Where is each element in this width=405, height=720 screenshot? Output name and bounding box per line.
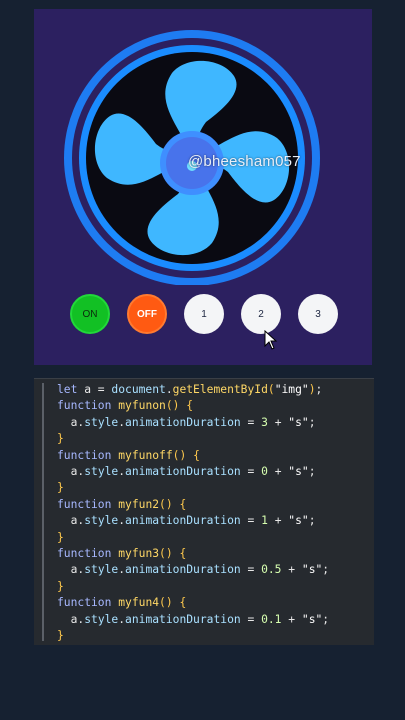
code-line: a.style.animationDuration = 1 + "s"; bbox=[57, 514, 316, 528]
fan-demo-stage: @bheesham057 ON OFF 1 2 3 bbox=[34, 9, 372, 365]
code-line: a.style.animationDuration = 0.1 + "s"; bbox=[57, 612, 330, 626]
code-line: a.style.animationDuration = 3 + "s"; bbox=[57, 415, 316, 429]
code-line: } bbox=[57, 481, 64, 495]
code-line: let a = document.getElementById("img"); bbox=[57, 383, 323, 396]
code-editor: let a = document.getElementById("img"); … bbox=[34, 378, 374, 645]
code-line: function myfun2() { bbox=[57, 497, 187, 511]
code-line: } bbox=[57, 579, 64, 593]
speed-3-button[interactable]: 3 bbox=[298, 294, 338, 334]
code-line: } bbox=[57, 629, 64, 643]
mouse-cursor-icon bbox=[264, 330, 278, 350]
fan: @bheesham057 bbox=[62, 25, 352, 285]
code-line: a.style.animationDuration = 0.5 + "s"; bbox=[57, 563, 330, 577]
watermark: @bheesham057 bbox=[188, 153, 301, 170]
code-block: let a = document.getElementById("img"); … bbox=[57, 382, 329, 645]
control-buttons: ON OFF 1 2 3 bbox=[34, 294, 372, 336]
code-line: function myfun3() { bbox=[57, 547, 187, 561]
on-button[interactable]: ON bbox=[70, 294, 110, 334]
speed-1-button[interactable]: 1 bbox=[184, 294, 224, 334]
code-line: function myfunon() { bbox=[57, 399, 194, 413]
code-line: } bbox=[57, 530, 64, 544]
indent-guide bbox=[42, 383, 44, 641]
off-button[interactable]: OFF bbox=[127, 294, 167, 334]
code-line: } bbox=[57, 432, 64, 446]
speed-2-button[interactable]: 2 bbox=[241, 294, 281, 334]
code-line: a.style.animationDuration = 0 + "s"; bbox=[57, 465, 316, 479]
code-line: function myfunoff() { bbox=[57, 448, 200, 462]
code-line: function myfun4() { bbox=[57, 596, 187, 610]
